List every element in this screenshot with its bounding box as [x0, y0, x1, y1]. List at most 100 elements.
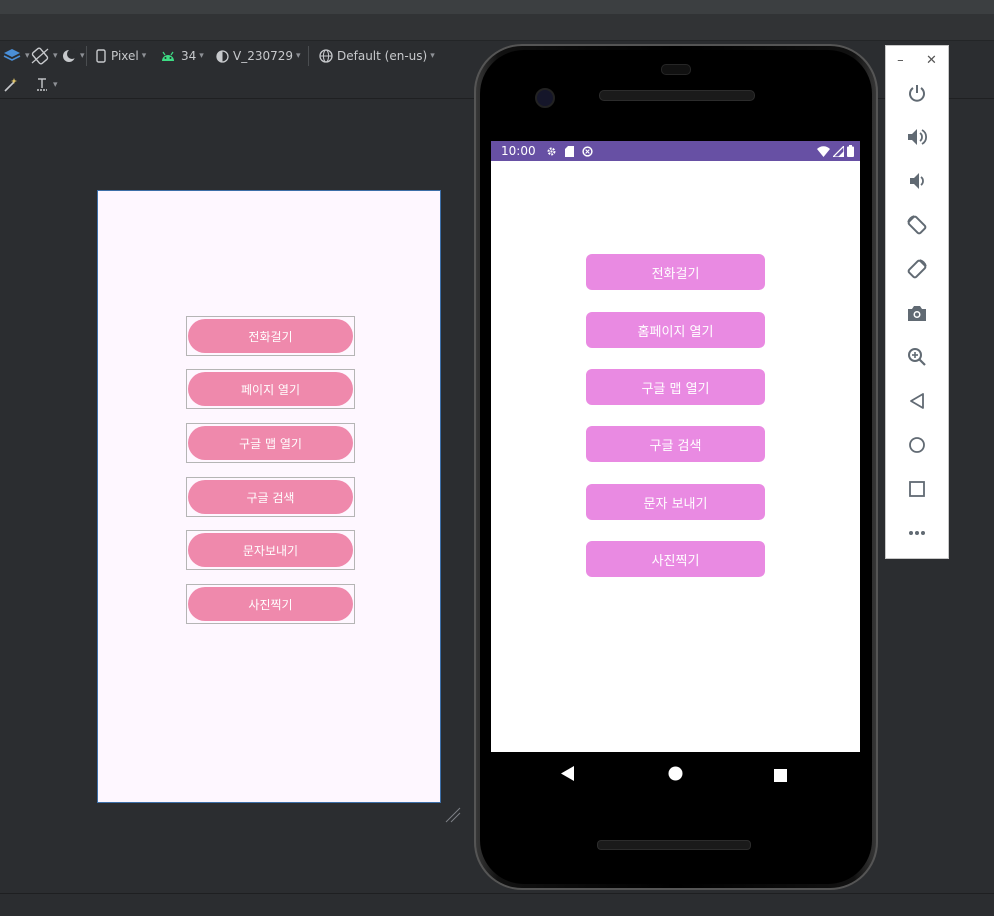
preview-button-label: 전화걸기 [188, 319, 353, 353]
earpiece-speaker [599, 90, 755, 101]
overview-square-icon [909, 481, 925, 497]
android-status-bar: 10:00 [491, 141, 860, 161]
api-level-selector[interactable]: 34 ▾ [160, 47, 204, 65]
chevron-down-icon: ▾ [199, 51, 204, 61]
recents-square-icon [774, 769, 787, 782]
more-horizontal-icon [909, 531, 925, 535]
ide-tab-band [0, 14, 994, 41]
back-triangle-icon [561, 766, 574, 781]
theme-label: V_230729 [233, 49, 294, 63]
rotate-left-icon [907, 215, 927, 235]
ide-status-bar [0, 893, 994, 916]
emulator-controls-panel: – ✕ [885, 45, 949, 559]
locale-selector[interactable]: Default (en-us) ▾ [319, 47, 435, 65]
preview-button-map[interactable]: 구글 맵 열기 [186, 423, 355, 463]
layout-preview[interactable]: 전화걸기 페이지 열기 구글 맵 열기 구글 검색 문자보내기 사진찍기 [97, 190, 441, 803]
android-icon [162, 51, 174, 61]
chevron-down-icon: ▾ [296, 51, 301, 61]
chevron-down-icon: ▾ [80, 51, 85, 61]
google-search-button[interactable]: 구글 검색 [586, 426, 765, 462]
open-homepage-button[interactable]: 홈페이지 열기 [586, 312, 765, 348]
close-icon[interactable]: ✕ [926, 53, 937, 68]
preview-button-sms[interactable]: 문자보내기 [186, 530, 355, 570]
chevron-down-icon: ▾ [53, 51, 58, 61]
night-mode-button[interactable]: ▾ [61, 47, 85, 65]
theme-icon [216, 49, 229, 63]
ide-title-band [0, 0, 994, 15]
resize-handle[interactable] [444, 806, 462, 824]
volume-up-icon [908, 129, 928, 145]
preview-button-label: 구글 맵 열기 [188, 426, 353, 460]
globe-icon [319, 49, 333, 63]
design-surface-button[interactable]: ▾ [2, 47, 30, 65]
preview-button-search[interactable]: 구글 검색 [186, 477, 355, 517]
more-options-button[interactable] [904, 520, 930, 546]
toolbar-separator [308, 46, 309, 66]
home-button[interactable] [904, 432, 930, 458]
status-time: 10:00 [501, 144, 536, 158]
wifi-icon [817, 145, 830, 157]
call-button[interactable]: 전화걸기 [586, 254, 765, 290]
preview-button-label: 문자보내기 [188, 533, 353, 567]
minimize-icon[interactable]: – [897, 53, 904, 68]
nav-back-button[interactable] [561, 766, 575, 785]
volume-down-button[interactable] [904, 168, 930, 194]
settings-gear-icon [547, 147, 556, 155]
toolbar-separator [86, 46, 87, 66]
back-button[interactable] [904, 388, 930, 414]
chevron-down-icon: ▾ [430, 51, 435, 61]
zoom-in-icon [908, 348, 926, 366]
volume-up-button[interactable] [904, 124, 930, 150]
rotate-right-button[interactable] [904, 256, 930, 282]
api-level-label: 34 [181, 49, 197, 63]
volume-down-icon [910, 173, 924, 189]
data-saver-icon [581, 145, 593, 157]
open-google-map-button[interactable]: 구글 맵 열기 [586, 369, 765, 405]
send-sms-button[interactable]: 문자 보내기 [586, 484, 765, 520]
emulator-screen[interactable]: 10:00 전화걸기 홈페이지 열기 구글 맵 열기 구글 검색 문자 보내기 … [491, 141, 860, 752]
chevron-down-icon: ▾ [53, 80, 58, 90]
preview-button-label: 구글 검색 [188, 480, 353, 514]
chevron-down-icon: ▾ [141, 51, 147, 61]
cell-signal-icon [833, 145, 844, 157]
battery-icon [847, 145, 854, 157]
overview-button[interactable] [904, 476, 930, 502]
theme-selector[interactable]: V_230729 ▾ [216, 47, 301, 65]
android-navigation-bar [491, 752, 860, 796]
layers-icon [3, 49, 21, 61]
resize-handle-icon [445, 807, 461, 823]
night-mode-icon [63, 49, 77, 62]
home-circle-icon [668, 766, 683, 781]
orientation-button[interactable]: ▾ [30, 47, 58, 65]
rotate-left-button[interactable] [904, 212, 930, 238]
screenshot-button[interactable] [904, 300, 930, 326]
nav-home-button[interactable] [668, 766, 683, 785]
camera-icon [908, 306, 926, 321]
baseline-button[interactable]: ▾ [34, 76, 58, 94]
sd-card-icon [564, 145, 574, 157]
preview-button-call[interactable]: 전화걸기 [186, 316, 355, 356]
home-outline-icon [909, 437, 925, 453]
magic-wand-button[interactable] [2, 76, 18, 94]
phone-icon [96, 49, 106, 63]
preview-button-page[interactable]: 페이지 열기 [186, 369, 355, 409]
power-icon [909, 85, 925, 102]
nav-recents-button[interactable] [774, 767, 787, 786]
device-label: Pixel [111, 49, 139, 63]
zoom-button[interactable] [904, 344, 930, 370]
proximity-sensor [661, 64, 691, 75]
rotate-right-icon [907, 259, 927, 279]
text-baseline-icon [37, 78, 47, 91]
chevron-down-icon: ▾ [25, 51, 30, 61]
front-camera-icon [535, 88, 555, 108]
take-photo-button[interactable]: 사진찍기 [586, 541, 765, 577]
rotate-icon [31, 47, 49, 65]
bottom-speaker [597, 840, 751, 850]
magic-wand-icon [4, 78, 17, 92]
device-selector[interactable]: Pixel ▾ [96, 47, 146, 65]
power-button[interactable] [904, 80, 930, 106]
preview-button-label: 사진찍기 [188, 587, 353, 621]
preview-button-photo[interactable]: 사진찍기 [186, 584, 355, 624]
locale-label: Default (en-us) [337, 49, 428, 63]
back-outline-icon [910, 393, 924, 409]
